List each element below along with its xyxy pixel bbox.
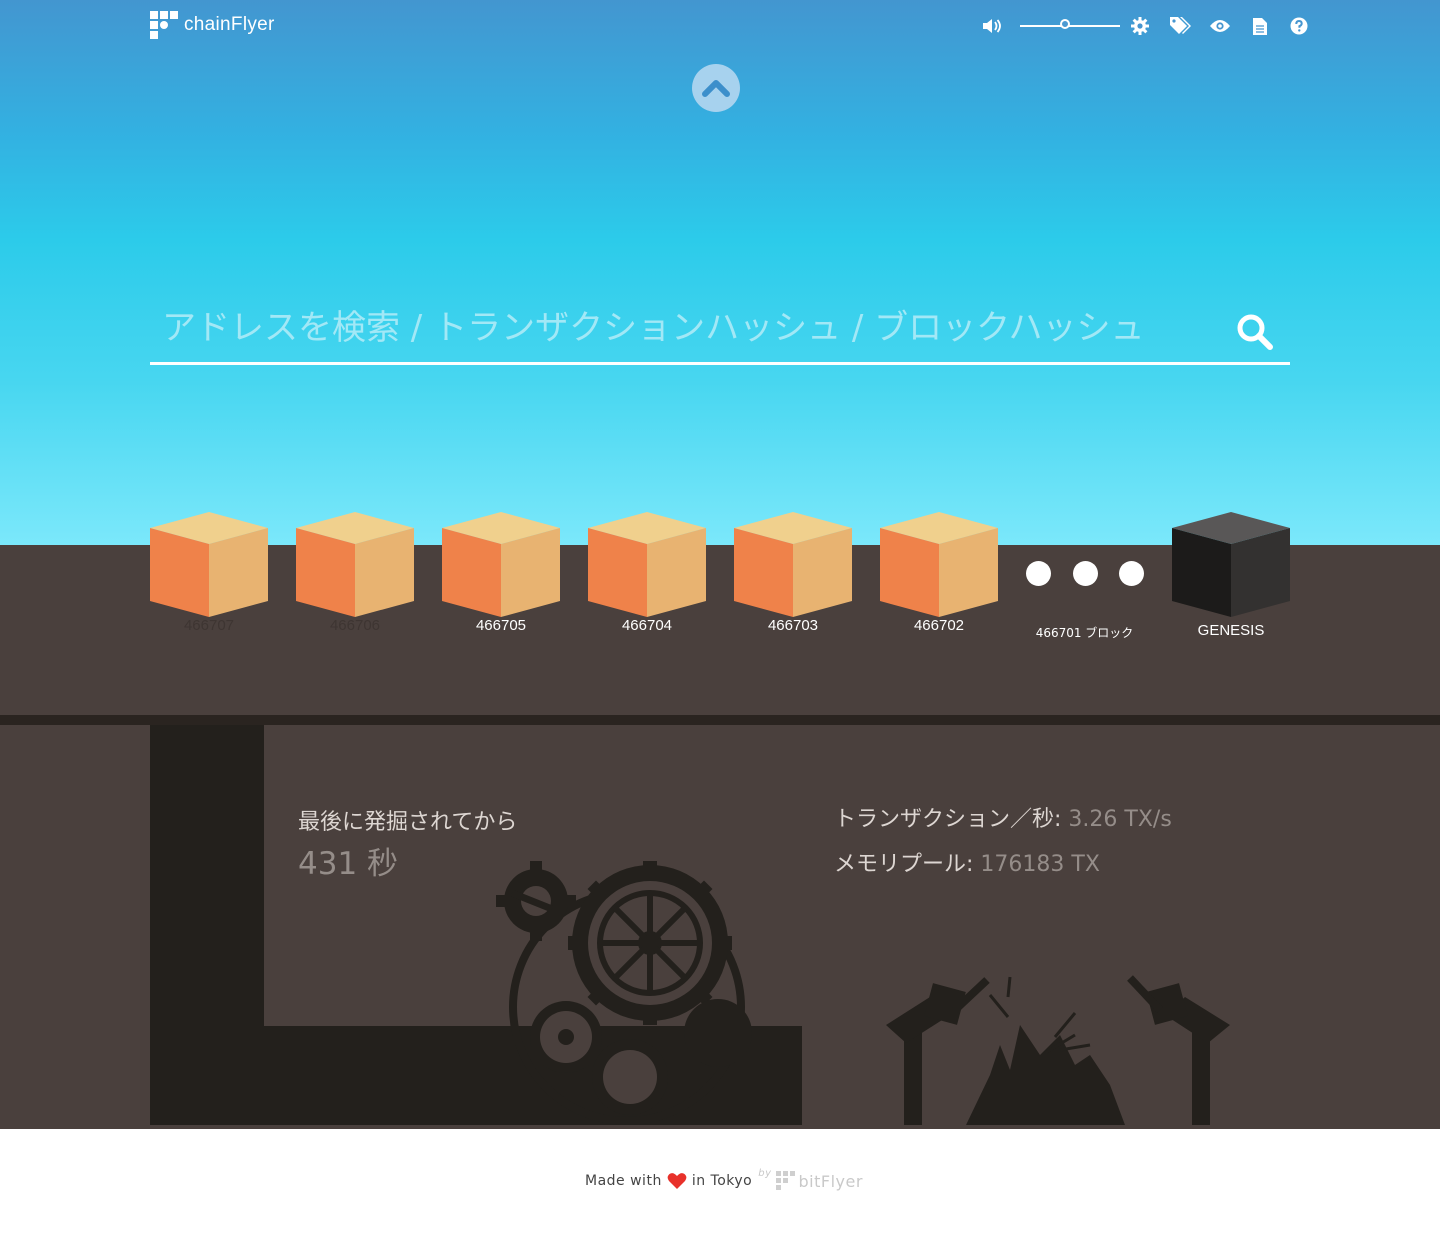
bitflyer-name: bitFlyer (798, 1171, 863, 1191)
block-item[interactable]: 466702 (880, 512, 998, 634)
mining-section: 最後に発掘されてから 431 秒 トランザクション／秒: 3.26 TX/s メ… (0, 725, 1440, 1129)
brand-logo[interactable]: chainFlyer (150, 11, 275, 39)
toolbar (980, 14, 1310, 38)
volume-slider-knob[interactable] (1060, 19, 1070, 29)
block-cube-icon (296, 512, 414, 617)
block-cube-icon (880, 512, 998, 617)
mempool-stat: メモリプール: 176183 TX (834, 846, 1100, 878)
block-item[interactable]: 466707 (150, 512, 268, 634)
scroll-up-button[interactable] (692, 64, 740, 112)
tags-icon[interactable] (1168, 14, 1192, 38)
by-text: by (758, 1167, 772, 1179)
settings-icon[interactable] (1128, 14, 1152, 38)
block-item[interactable]: 466704 (588, 512, 706, 634)
chevron-up-icon (702, 80, 730, 97)
gear-icon (530, 1001, 602, 1073)
block-number: 466705 (475, 617, 527, 634)
heart-icon (667, 1173, 687, 1189)
section-divider (0, 715, 1440, 725)
remaining-blocks-label: 466701 ブロック (1035, 626, 1134, 640)
block-cube-icon (588, 512, 706, 617)
volume-icon[interactable] (980, 14, 1004, 38)
block-number: 466706 (329, 617, 381, 634)
genesis-block[interactable] (1172, 512, 1290, 617)
block-number: 466703 (767, 617, 819, 634)
tx-rate-value: 3.26 TX/s (1068, 807, 1172, 832)
search-icon[interactable] (1236, 313, 1274, 351)
gear-icon (592, 1039, 668, 1115)
block-number: 466704 (621, 617, 673, 634)
genesis-label: GENESIS (1197, 622, 1265, 639)
block-number: 466702 (913, 617, 965, 634)
bitflyer-logo-icon (775, 1171, 795, 1190)
ellipsis-dot (1073, 561, 1098, 586)
gear-icon (568, 861, 732, 1025)
block-item[interactable]: 466703 (734, 512, 852, 634)
search-input[interactable] (160, 295, 1224, 361)
miners-icon (886, 975, 1230, 1125)
block-cube-icon (442, 512, 560, 617)
search-bar (150, 295, 1290, 365)
block-item[interactable]: 466705 (442, 512, 560, 634)
brand-name: chainFlyer (184, 14, 275, 35)
block-number: 466707 (183, 617, 235, 634)
top-bar: chainFlyer (0, 0, 1440, 52)
tx-rate-colon: : (1054, 807, 1069, 832)
tx-rate-label: トランザクション／秒 (834, 807, 1055, 832)
block-cube-icon (150, 512, 268, 617)
mempool-value: 176183 TX (980, 852, 1100, 877)
help-icon[interactable] (1287, 14, 1311, 38)
block-item[interactable]: 466706 (296, 512, 414, 634)
eye-icon[interactable] (1208, 14, 1232, 38)
mempool-label: メモリプール (834, 852, 967, 877)
made-with-text: Made with (585, 1173, 662, 1189)
ellipsis-dot (1026, 561, 1051, 586)
in-tokyo-text: in Tokyo (691, 1173, 753, 1189)
gear-icon (684, 999, 752, 1067)
time-since-mined-value: 431 秒 (298, 846, 399, 882)
mempool-colon: : (966, 852, 981, 877)
footer: Made with in Tokyo by bitFlyer (0, 1129, 1440, 1234)
volume-slider[interactable] (1020, 19, 1120, 29)
block-cube-icon (734, 512, 852, 617)
time-since-mined-label: 最後に発掘されてから (298, 810, 518, 835)
document-icon[interactable] (1248, 14, 1272, 38)
genesis-cube-icon (1172, 512, 1290, 617)
gear-icon (496, 861, 576, 941)
bitflyer-link[interactable]: by bitFlyer (758, 1167, 863, 1191)
chainflyer-logo-icon (150, 11, 178, 39)
footer-credit: Made with in Tokyo by bitFlyer (585, 1167, 863, 1191)
tx-rate-stat: トランザクション／秒: 3.26 TX/s (834, 801, 1172, 833)
ellipsis-dot (1119, 561, 1144, 586)
remaining-blocks-ellipsis[interactable] (1026, 561, 1146, 587)
mining-illustration (150, 725, 1230, 1125)
